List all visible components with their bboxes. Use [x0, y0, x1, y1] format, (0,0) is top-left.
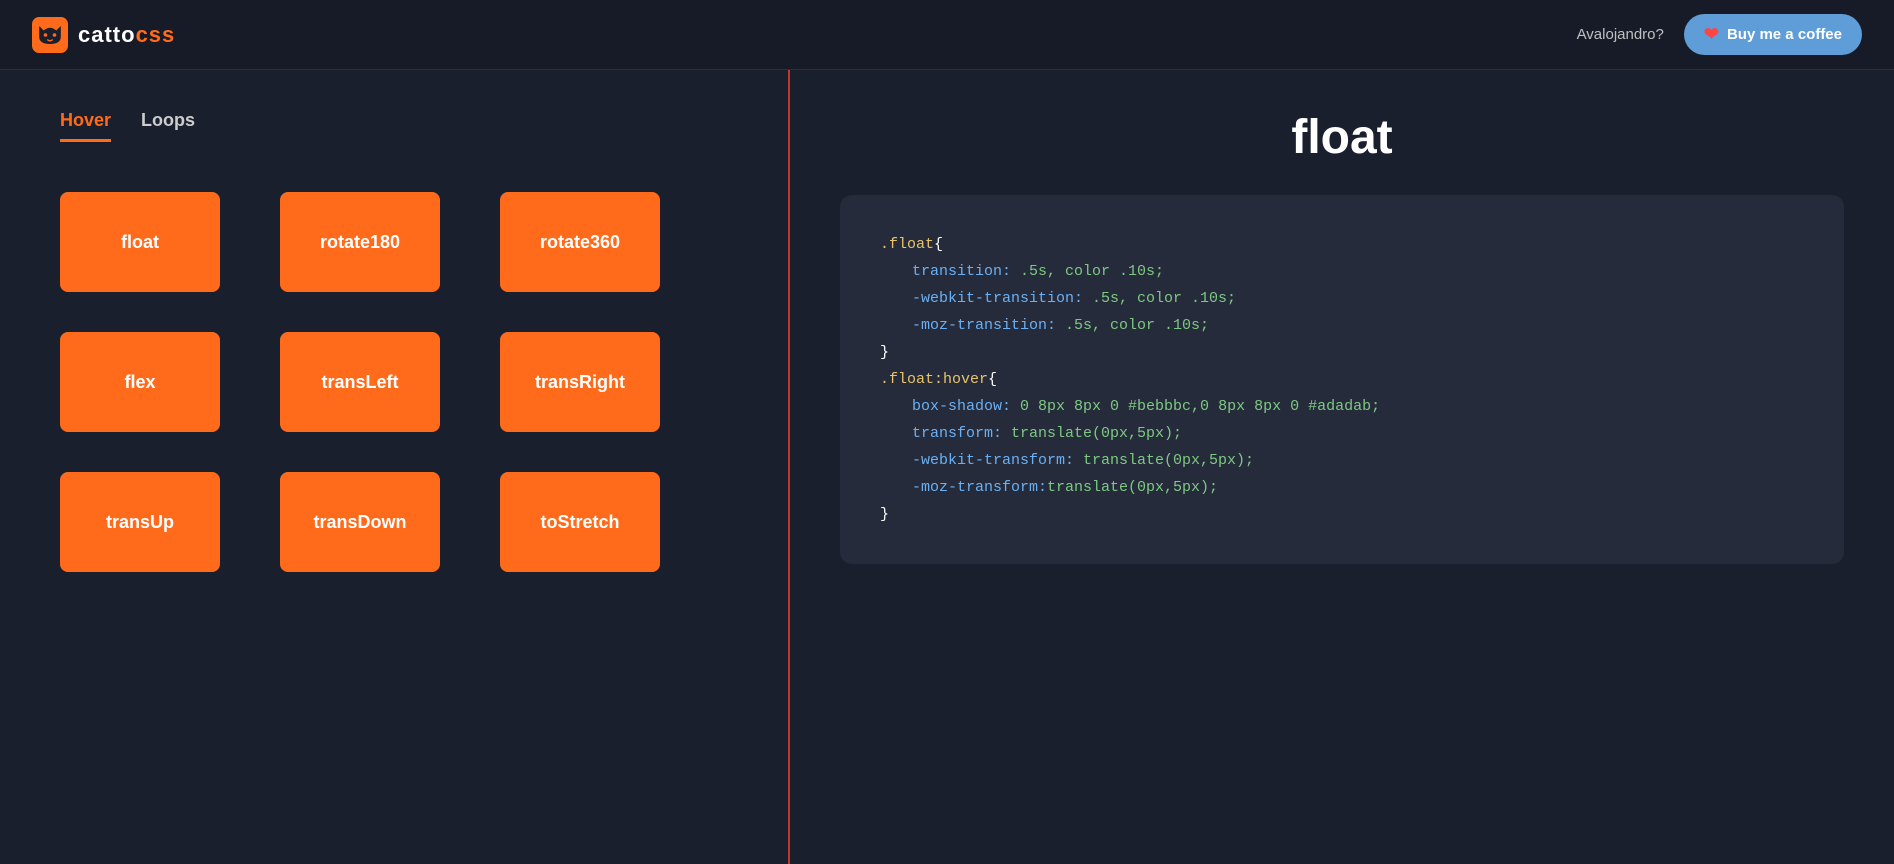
code-line-5: }: [880, 339, 1804, 366]
anim-transdown-button[interactable]: transDown: [280, 472, 440, 572]
cat-logo-icon: [32, 17, 68, 53]
code-line-4: -moz-transition: .5s, color .10s;: [880, 312, 1804, 339]
username-label: Avalojandro?: [1577, 26, 1664, 43]
code-line-3: -webkit-transition: .5s, color .10s;: [880, 285, 1804, 312]
code-block: .float{ transition: .5s, color .10s; -we…: [840, 195, 1844, 564]
code-line-10: -moz-transform:translate(0px,5px);: [880, 474, 1804, 501]
navbar-right: Avalojandro? ❤ Buy me a coffee: [1577, 14, 1862, 55]
code-line-2: transition: .5s, color .10s;: [880, 258, 1804, 285]
code-selector-float-hover: .float:hover: [880, 371, 988, 388]
left-panel: Hover Loops float rotate180 rotate360 fl…: [0, 70, 790, 864]
code-title: float: [840, 110, 1844, 165]
anim-flex-button[interactable]: flex: [60, 332, 220, 432]
anim-rotate180-button[interactable]: rotate180: [280, 192, 440, 292]
anim-transleft-button[interactable]: transLeft: [280, 332, 440, 432]
buy-coffee-label: Buy me a coffee: [1727, 26, 1842, 43]
logo-text: cattocss: [78, 22, 175, 48]
code-selector-float: .float: [880, 236, 934, 253]
navbar: cattocss Avalojandro? ❤ Buy me a coffee: [0, 0, 1894, 70]
code-line-6: .float:hover{: [880, 366, 1804, 393]
anim-transright-button[interactable]: transRight: [500, 332, 660, 432]
main-layout: Hover Loops float rotate180 rotate360 fl…: [0, 70, 1894, 864]
code-line-8: transform: translate(0px,5px);: [880, 420, 1804, 447]
animation-grid: float rotate180 rotate360 flex transLeft…: [60, 192, 728, 572]
tab-loops[interactable]: Loops: [141, 110, 195, 142]
anim-tostretch-button[interactable]: toStretch: [500, 472, 660, 572]
code-line-1: .float{: [880, 231, 1804, 258]
logo: cattocss: [32, 17, 175, 53]
heart-icon: ❤: [1704, 24, 1719, 45]
buy-coffee-button[interactable]: ❤ Buy me a coffee: [1684, 14, 1862, 55]
code-line-7: box-shadow: 0 8px 8px 0 #bebbbc,0 8px 8p…: [880, 393, 1804, 420]
code-line-11: }: [880, 501, 1804, 528]
anim-transup-button[interactable]: transUp: [60, 472, 220, 572]
tabs-container: Hover Loops: [60, 110, 728, 142]
anim-float-button[interactable]: float: [60, 192, 220, 292]
code-line-9: -webkit-transform: translate(0px,5px);: [880, 447, 1804, 474]
right-panel: float .float{ transition: .5s, color .10…: [790, 70, 1894, 864]
tab-hover[interactable]: Hover: [60, 110, 111, 142]
anim-rotate360-button[interactable]: rotate360: [500, 192, 660, 292]
